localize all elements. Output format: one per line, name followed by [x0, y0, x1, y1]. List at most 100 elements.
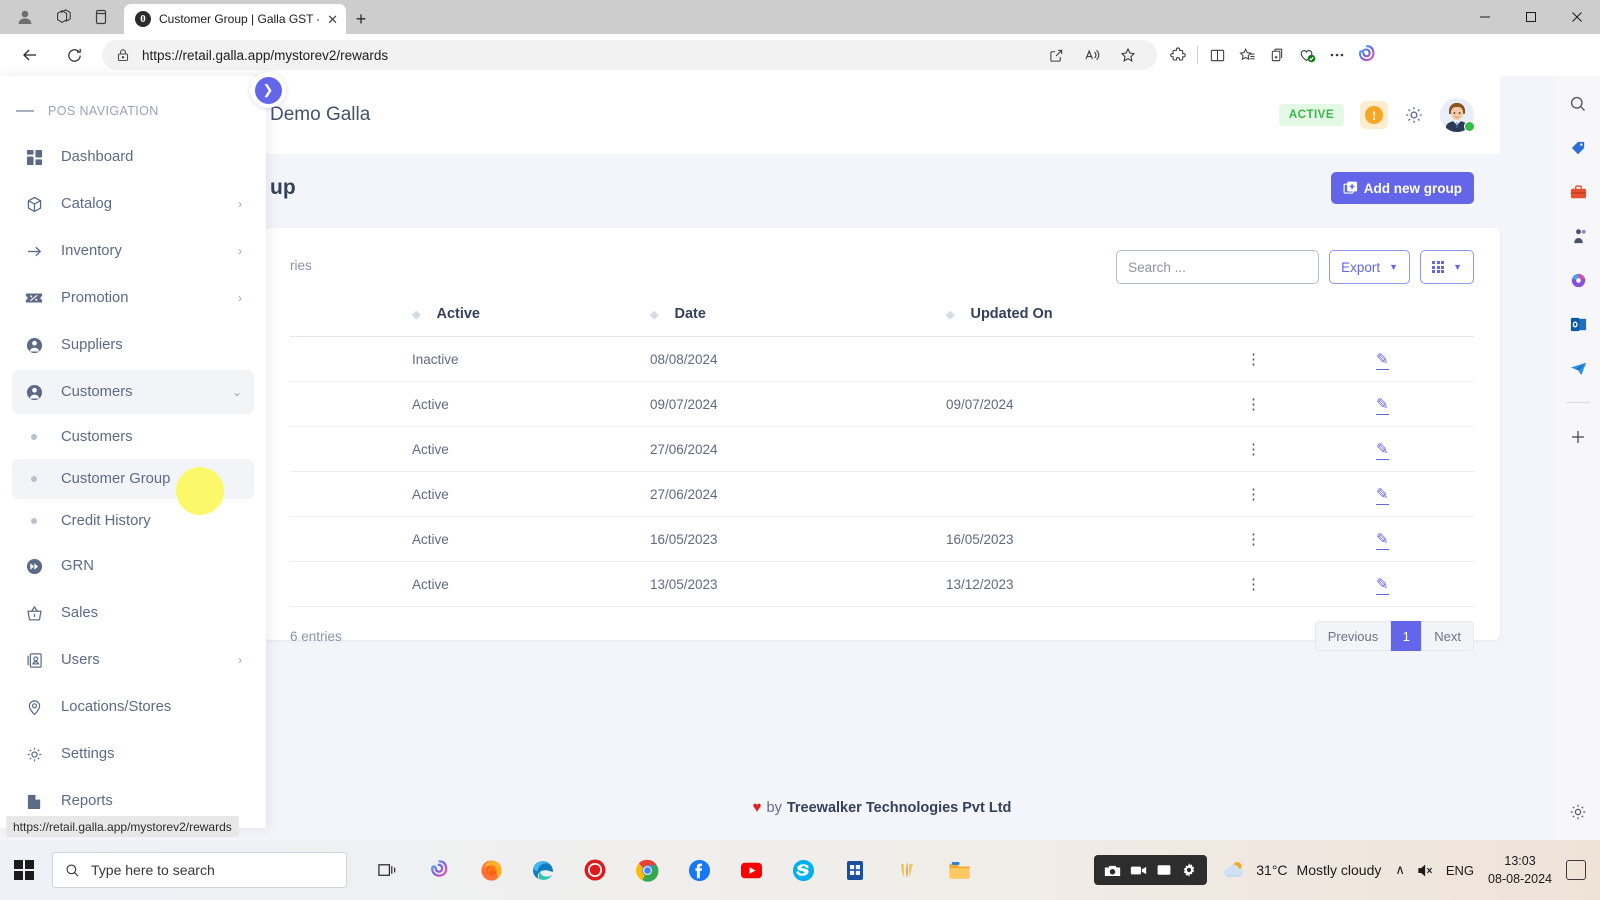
games-icon[interactable]	[1564, 222, 1592, 250]
sidebar-subitem-customers[interactable]: Customers	[12, 417, 254, 457]
window-capture-icon[interactable]	[1156, 862, 1172, 878]
copilot-taskbar-icon[interactable]	[417, 847, 461, 893]
tulip-app-icon[interactable]	[885, 847, 929, 893]
pagination-page-1[interactable]: 1	[1391, 621, 1422, 651]
cell-edit[interactable]: ✎	[1376, 381, 1474, 427]
skype-icon[interactable]	[781, 847, 825, 893]
pencil-icon[interactable]: ✎	[1376, 396, 1389, 415]
cell-edit[interactable]: ✎	[1376, 336, 1474, 382]
avatar[interactable]	[1440, 98, 1475, 132]
cell-menu[interactable]: ⋮	[1246, 381, 1376, 427]
sidebar-settings[interactable]	[1556, 798, 1600, 826]
collapse-dash-icon[interactable]	[16, 110, 34, 112]
read-aloud-icon[interactable]	[1077, 40, 1107, 70]
language-indicator[interactable]: ENG	[1446, 863, 1474, 878]
browser-tab[interactable]: 0 Customer Group | Galla GST - Inv ✕	[124, 4, 346, 34]
add-new-group-button[interactable]: Add new group	[1330, 172, 1474, 204]
facebook-icon[interactable]	[677, 847, 721, 893]
address-bar[interactable]: https://retail.galla.app/mystorev2/rewar…	[102, 40, 1157, 70]
sidebar-item-settings[interactable]: Settings	[12, 732, 254, 776]
pagination-next[interactable]: Next	[1421, 621, 1474, 651]
reload-icon[interactable]	[57, 38, 91, 72]
sidebar-item-customers[interactable]: Customers ⌄	[12, 370, 254, 414]
sidebar-item-sales[interactable]: Sales	[12, 591, 254, 635]
sidebar-item-catalog[interactable]: Catalog ›	[12, 182, 254, 226]
kebab-icon[interactable]: ⋮	[1246, 396, 1261, 413]
taskbar-search[interactable]: Type here to search	[52, 852, 347, 888]
youtube-icon[interactable]	[729, 847, 773, 893]
back-icon[interactable]	[13, 38, 47, 72]
notification-center-icon[interactable]	[1566, 860, 1586, 880]
kebab-icon[interactable]: ⋮	[1246, 576, 1261, 593]
cell-edit[interactable]: ✎	[1376, 426, 1474, 472]
table-row[interactable]: Active 27/06/2024 ⋮ ✎	[290, 471, 1474, 517]
sidebar-item-promotion[interactable]: Promotion ›	[12, 276, 254, 320]
maximize-icon[interactable]	[1508, 0, 1554, 34]
column-header-updated-on[interactable]: ◆ Updated On	[946, 300, 1246, 337]
pencil-icon[interactable]: ✎	[1376, 531, 1389, 550]
microsoft-store-icon[interactable]	[833, 847, 877, 893]
firefox-icon[interactable]	[469, 847, 513, 893]
column-visibility-button[interactable]: ▼	[1420, 250, 1474, 284]
table-row[interactable]: Active 16/05/2023 16/05/2023 ⋮ ✎	[290, 516, 1474, 562]
chrome-icon[interactable]	[625, 847, 669, 893]
close-icon[interactable]: ✕	[327, 13, 338, 26]
sort-icon[interactable]: ◆	[946, 309, 970, 321]
alert-icon[interactable]: !	[1360, 101, 1388, 129]
copilot-sidebar-icon[interactable]	[1564, 266, 1592, 294]
add-sidebar-app-icon[interactable]	[1564, 423, 1592, 451]
table-row[interactable]: Active 09/07/2024 09/07/2024 ⋮ ✎	[290, 381, 1474, 427]
cell-menu[interactable]: ⋮	[1246, 561, 1376, 607]
favorite-star-icon[interactable]	[1113, 40, 1143, 70]
close-window-icon[interactable]	[1554, 0, 1600, 34]
recorder-settings-icon[interactable]	[1181, 862, 1197, 878]
edge-icon[interactable]	[521, 847, 565, 893]
shopping-tag-icon[interactable]	[1564, 134, 1592, 162]
split-screen-icon[interactable]	[1202, 40, 1232, 70]
search-icon[interactable]	[1564, 90, 1592, 118]
kebab-icon[interactable]: ⋮	[1246, 441, 1261, 458]
cell-edit[interactable]: ✎	[1376, 471, 1474, 517]
task-view-icon[interactable]	[365, 847, 409, 893]
cell-menu[interactable]: ⋮	[1246, 516, 1376, 562]
table-row[interactable]: Inactive 08/08/2024 ⋮ ✎	[290, 336, 1474, 382]
kebab-icon[interactable]: ⋮	[1246, 531, 1261, 548]
cell-menu[interactable]: ⋮	[1246, 471, 1376, 517]
sidebar-toggle-button[interactable]: ❯	[250, 72, 286, 108]
table-row[interactable]: Active 13/05/2023 13/12/2023 ⋮ ✎	[290, 561, 1474, 607]
tab-actions-icon[interactable]	[84, 3, 118, 31]
pagination-previous[interactable]: Previous	[1314, 621, 1392, 651]
sidebar-item-grn[interactable]: GRN	[12, 544, 254, 588]
column-header-name[interactable]	[290, 300, 412, 337]
file-explorer-icon[interactable]	[937, 847, 981, 893]
start-button[interactable]	[0, 840, 48, 900]
show-hidden-icons-chevron[interactable]: ∧	[1395, 862, 1405, 878]
collections-star-icon[interactable]	[1232, 40, 1262, 70]
column-header-date[interactable]: ◆ Date	[650, 300, 946, 337]
sort-icon[interactable]: ◆	[412, 309, 436, 321]
add-collection-icon[interactable]	[1262, 40, 1292, 70]
more-options-icon[interactable]	[1322, 40, 1352, 70]
pencil-icon[interactable]: ✎	[1376, 486, 1389, 505]
sort-icon[interactable]: ◆	[650, 309, 674, 321]
settings-gear-icon[interactable]	[1564, 798, 1592, 826]
minimize-icon[interactable]	[1462, 0, 1508, 34]
paper-plane-icon[interactable]	[1564, 354, 1592, 382]
cell-edit[interactable]: ✎	[1376, 561, 1474, 607]
sidebar-item-suppliers[interactable]: Suppliers	[12, 323, 254, 367]
volume-muted-icon[interactable]	[1417, 863, 1434, 878]
sidebar-item-dashboard[interactable]: Dashboard	[12, 135, 254, 179]
pencil-icon[interactable]: ✎	[1376, 576, 1389, 595]
kebab-icon[interactable]: ⋮	[1246, 486, 1261, 503]
extensions-icon[interactable]	[1163, 40, 1193, 70]
weather-widget[interactable]: 31°C Mostly cloudy	[1221, 859, 1381, 881]
column-header-active[interactable]: ◆ Active	[412, 300, 650, 337]
cell-menu[interactable]: ⋮	[1246, 336, 1376, 382]
cell-edit[interactable]: ✎	[1376, 516, 1474, 562]
search-input[interactable]	[1116, 250, 1320, 284]
browser-essentials-icon[interactable]	[1292, 40, 1322, 70]
kebab-icon[interactable]: ⋮	[1246, 351, 1261, 368]
video-record-icon[interactable]	[1130, 862, 1147, 879]
pencil-icon[interactable]: ✎	[1376, 351, 1389, 370]
open-in-app-icon[interactable]	[1041, 40, 1071, 70]
